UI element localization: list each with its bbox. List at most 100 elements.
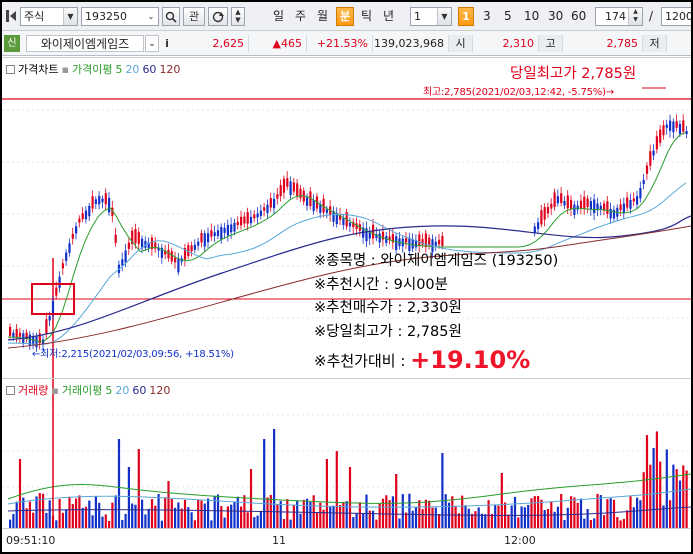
volume-bar xyxy=(164,497,167,529)
volume-chart-panel[interactable]: 거래량 ▪ 거래이평 5 20 60 120 xyxy=(2,378,691,529)
candle-body xyxy=(197,241,200,246)
candle-body xyxy=(669,120,672,131)
interval-select[interactable]: 1 ▼ xyxy=(410,7,452,26)
volume-bar xyxy=(45,512,48,529)
interval-3[interactable]: 3 xyxy=(483,7,491,26)
count-input[interactable]: 174 ▲ ▼ xyxy=(595,7,643,26)
candle-body xyxy=(279,185,282,197)
stock-name[interactable]: 와이제이엠게임즈 xyxy=(26,35,144,52)
chevron-down-icon[interactable]: ⌄ xyxy=(144,8,158,25)
candle-body xyxy=(556,196,559,204)
low-label: 저 xyxy=(643,35,667,52)
volume-bar xyxy=(180,508,183,529)
interval-1[interactable]: 1 xyxy=(458,7,474,26)
volume-bar xyxy=(98,502,101,529)
volume-bar xyxy=(553,511,556,529)
volume-bar xyxy=(500,473,503,529)
volume-bar xyxy=(480,513,484,529)
quote-bar: 신 와이제이엠게임즈 ⌄ i 2,625 ▲465 +21.53% 139,02… xyxy=(2,31,691,56)
candle-body xyxy=(55,287,58,296)
stock-name-extra[interactable]: ⌄ xyxy=(145,35,159,52)
candle-body xyxy=(659,129,662,143)
volume-bar xyxy=(131,503,134,529)
period-week[interactable]: 주 xyxy=(295,7,306,26)
volume-bar xyxy=(197,499,200,529)
candle-body xyxy=(395,236,398,250)
volume-bar xyxy=(15,501,18,529)
candle-body xyxy=(104,193,107,205)
market-select[interactable]: 주식 ▼ xyxy=(20,7,78,26)
legend-separator: ▪ xyxy=(61,63,69,76)
volume-bar xyxy=(240,506,243,529)
volume-bar xyxy=(388,500,391,529)
volume-chart[interactable] xyxy=(2,379,691,529)
count-slash: / xyxy=(649,9,654,23)
candle-body xyxy=(48,316,51,321)
volume-bar xyxy=(292,504,295,529)
total-input[interactable]: 1200 xyxy=(661,7,691,26)
spinner-icon[interactable]: ▲ ▼ xyxy=(628,8,642,25)
count-value: 174 xyxy=(605,10,626,23)
candle-body xyxy=(233,222,236,232)
stock-spinner[interactable]: ▲ ▼ xyxy=(231,7,245,26)
interval-60[interactable]: 60 xyxy=(571,7,586,26)
volume-bar xyxy=(306,498,309,529)
volume-bar xyxy=(263,439,266,529)
gwan-button[interactable]: 관 xyxy=(183,7,205,26)
legend-ma-20: 20 xyxy=(125,63,140,76)
candle-body xyxy=(71,233,74,239)
volume-bar xyxy=(137,449,140,529)
period-day[interactable]: 일 xyxy=(273,7,284,26)
volume-bar xyxy=(391,496,394,529)
legend-checkbox[interactable] xyxy=(6,65,15,74)
stock-code-input[interactable]: 193250 ⌄ xyxy=(81,7,159,26)
overlay-time-line: ※추천시간 : 9시00분 xyxy=(314,274,634,298)
period-month[interactable]: 월 xyxy=(317,7,328,26)
candle-body xyxy=(167,249,170,259)
interval-10[interactable]: 10 xyxy=(524,7,539,26)
candle-body xyxy=(137,231,140,244)
candle-body xyxy=(596,203,599,210)
volume-bar xyxy=(652,447,655,529)
prev-stock-button[interactable] xyxy=(208,7,228,26)
overlay-stock-line: ※종목명 : 와이제이엠게임즈 (193250) xyxy=(314,250,634,274)
volume-bar xyxy=(203,503,206,529)
candle-body xyxy=(342,218,345,225)
search-button[interactable] xyxy=(162,7,180,26)
chevron-down-icon[interactable]: ▼ xyxy=(63,8,77,25)
candle-body xyxy=(629,199,632,209)
volume-bar xyxy=(636,497,639,529)
low-marker: ←최저:2,215(2021/02/03,09:56, +18.51%) xyxy=(32,349,234,360)
interval-5[interactable]: 5 xyxy=(504,7,512,26)
chart-window: 주식 ▼ 193250 ⌄ 관 ▲ ▼ 일 주 월 분 틱 년 1 ▼ 1 3 5… xyxy=(2,2,691,552)
candle-body xyxy=(263,207,266,211)
chevron-down-icon[interactable]: ▼ xyxy=(437,8,451,25)
legend-checkbox[interactable] xyxy=(6,386,15,395)
candle-body xyxy=(108,197,111,213)
candle-body xyxy=(411,239,414,249)
volume-bar xyxy=(365,494,368,529)
info-icon[interactable]: i xyxy=(162,35,172,52)
period-minute[interactable]: 분 xyxy=(336,7,354,26)
current-price: 2,625 xyxy=(177,35,249,52)
candle-body xyxy=(269,198,272,208)
time-axis: 09:51:10 11 12:00 xyxy=(2,528,691,552)
candle-body xyxy=(312,200,315,211)
interval-select-value: 1 xyxy=(414,10,421,23)
volume-bar xyxy=(236,496,239,529)
interval-30[interactable]: 30 xyxy=(548,7,563,26)
volume-bar xyxy=(279,500,282,529)
volume-bar xyxy=(315,512,319,529)
volume-bar xyxy=(484,514,487,529)
volume-bar xyxy=(38,493,41,529)
period-tick[interactable]: 틱 xyxy=(361,7,372,26)
volume-bar xyxy=(207,498,210,529)
volume-bar xyxy=(61,512,64,529)
candle-body xyxy=(9,327,12,336)
period-year[interactable]: 년 xyxy=(383,7,394,26)
volume-bar xyxy=(546,508,550,529)
pin-icon[interactable] xyxy=(5,8,17,24)
overlay-buy-value: 2,330원 xyxy=(406,300,462,316)
candle-body xyxy=(210,230,213,237)
candle-body xyxy=(174,257,177,263)
